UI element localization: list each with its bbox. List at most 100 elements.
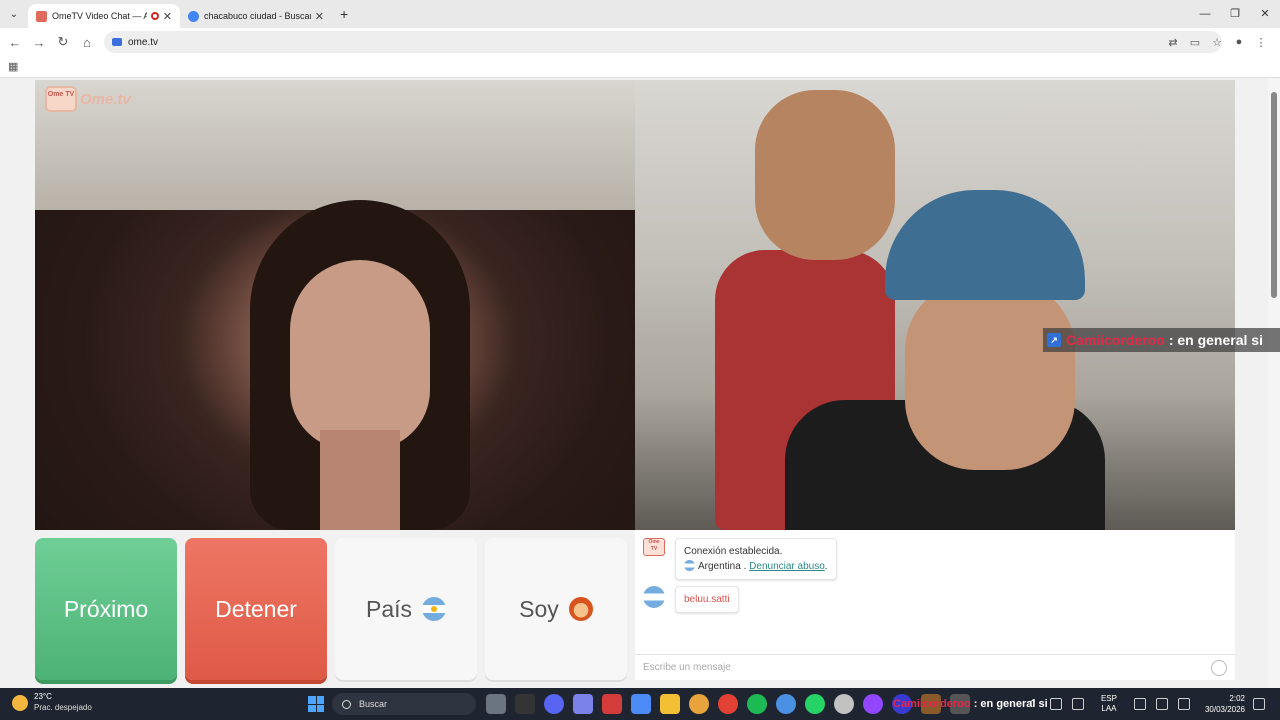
tab-search-icon[interactable]: ⌄ [0,9,28,20]
local-video [35,80,635,530]
taskbar-stream-overlay: Camiicorderoo : en general si [893,698,1048,710]
app-icon[interactable] [689,694,709,714]
app-icon[interactable] [834,694,854,714]
chevron-up-icon[interactable]: ⌃ [1029,699,1037,710]
chat-message-bubble: beluu.satti [675,586,739,613]
address-bar[interactable]: ome.tv [104,31,1222,53]
tv-icon: Ome TV [45,86,77,112]
argentina-flag-icon [422,597,447,621]
tab-google-search[interactable]: chacabuco ciudad - Buscar con ✕ [180,4,332,28]
close-tab-icon[interactable]: ✕ [163,10,172,23]
tab-ometv[interactable]: OmeTV Video Chat — Alter ✕ [28,4,180,28]
time: 2:02 [1229,694,1245,703]
restore-icon[interactable]: ❐ [1220,0,1250,28]
search-icon [342,699,351,709]
network-icon[interactable] [1133,698,1146,710]
tab-title: OmeTV Video Chat — Alter [52,11,147,21]
new-tab-button[interactable]: + [340,6,348,22]
page-scrollbar[interactable] [1268,78,1280,688]
report-suffix: . [824,561,828,572]
ometv-logo[interactable]: Ome TV Ome.tv [45,86,131,112]
next-button[interactable]: Próximo [35,538,177,680]
woman-emoji-icon [568,597,593,621]
next-label: Próximo [63,595,149,622]
back-icon[interactable]: ← [3,35,27,50]
weather-widget[interactable]: 23°C Prac. despejado [12,692,92,713]
language-indicator[interactable]: ESP LAA [1101,694,1117,714]
country-name: Argentina . [698,561,747,572]
bookmark-star-icon[interactable]: ☆ [1206,36,1228,49]
stream-chat-overlay: ↗ Camiicorderoo : en general si [1043,328,1280,352]
message-input[interactable] [643,662,1211,673]
apps-grid-icon[interactable]: ▦ [8,60,18,73]
toolbar-actions: ⇄ ▭ ☆ ● ⋮ [1162,28,1272,56]
lang-code: ESP [1100,694,1117,703]
close-window-icon[interactable]: ✕ [1250,0,1280,28]
reload-icon[interactable]: ↻ [51,34,75,50]
system-message-bubble: Conexión establecida. Argentina . Denunc… [675,538,837,580]
google-favicon [188,10,199,22]
tab-title: chacabuco ciudad - Buscar con [204,11,311,21]
app-icon[interactable] [602,694,622,714]
keyboard-layout: LAA [1101,704,1117,713]
logo-text: Ome.tv [80,90,131,108]
taskbar-search[interactable]: Buscar [332,693,476,715]
gender-label: Soy [519,595,559,622]
spotify-icon[interactable] [747,694,767,714]
battery-icon[interactable] [1177,698,1190,710]
video-person-face [290,260,430,450]
home-icon[interactable]: ⌂ [75,35,99,50]
minimize-icon[interactable]: — [1190,0,1220,28]
search-label: Buscar [359,699,388,709]
video-person-head [755,90,895,260]
date: 30/03/2026 [1204,705,1245,714]
remote-video [635,80,1235,530]
chrome-icon[interactable] [718,694,738,714]
ometv-avatar-icon: Ome TV [643,538,665,556]
file-explorer-icon[interactable] [660,694,680,714]
gender-button[interactable]: Soy [485,538,627,680]
temperature: 23°C [34,692,52,701]
chat-input-bar [635,654,1235,680]
teams-icon[interactable] [573,694,593,714]
twitch-icon[interactable] [863,694,883,714]
url-text: ome.tv [128,36,159,48]
scroll-thumb[interactable] [1271,92,1277,298]
discord-icon[interactable] [544,694,564,714]
argentina-flag-icon [684,560,695,571]
whatsapp-icon[interactable] [805,694,825,714]
app-tray-icon[interactable] [1049,698,1062,710]
menu-icon[interactable]: ⋮ [1250,36,1272,49]
windows-start-icon[interactable] [308,696,324,712]
ometv-favicon [36,10,47,22]
overlay-username: Camiicorderoo [893,698,971,710]
country-line: Argentina . Denunciar abuso. [684,559,828,574]
stream-platform-icon: ↗ [1047,333,1061,347]
store-icon[interactable] [631,694,651,714]
forward-icon[interactable]: → [27,35,51,50]
clock[interactable]: 2:02 30/03/2026 [1205,693,1245,715]
connection-status: Conexión establecida. [684,546,783,557]
overlay-message: : en general si [1168,332,1263,348]
report-abuse-link[interactable]: Denunciar abuso [749,561,825,572]
argentina-flag-avatar-icon [643,586,665,608]
volume-icon[interactable] [1155,698,1168,710]
microphone-icon[interactable] [1071,698,1084,710]
task-view-icon[interactable] [486,694,506,714]
chat-panel: Ome TV Conexión establecida. Argentina . … [635,530,1235,680]
window-controls: — ❐ ✕ [1190,0,1280,28]
profile-icon[interactable]: ● [1228,36,1250,48]
windows-taskbar: 23°C Prac. despejado Buscar Camiicordero… [0,688,1280,720]
stop-button[interactable]: Detener [185,538,327,680]
country-filter-button[interactable]: País [335,538,477,680]
translate-icon[interactable]: ⇄ [1162,36,1184,49]
tab-bar: ⌄ OmeTV Video Chat — Alter ✕ chacabuco c… [0,0,1280,28]
weather-icon [12,694,28,711]
camera-icon [112,38,122,46]
notifications-icon[interactable] [1253,698,1265,710]
epic-games-icon[interactable] [515,694,535,714]
close-tab-icon[interactable]: ✕ [315,10,324,23]
cast-icon[interactable]: ▭ [1184,36,1206,49]
chrome-profile-icon[interactable] [776,694,796,714]
emoji-picker-icon[interactable] [1211,659,1227,676]
